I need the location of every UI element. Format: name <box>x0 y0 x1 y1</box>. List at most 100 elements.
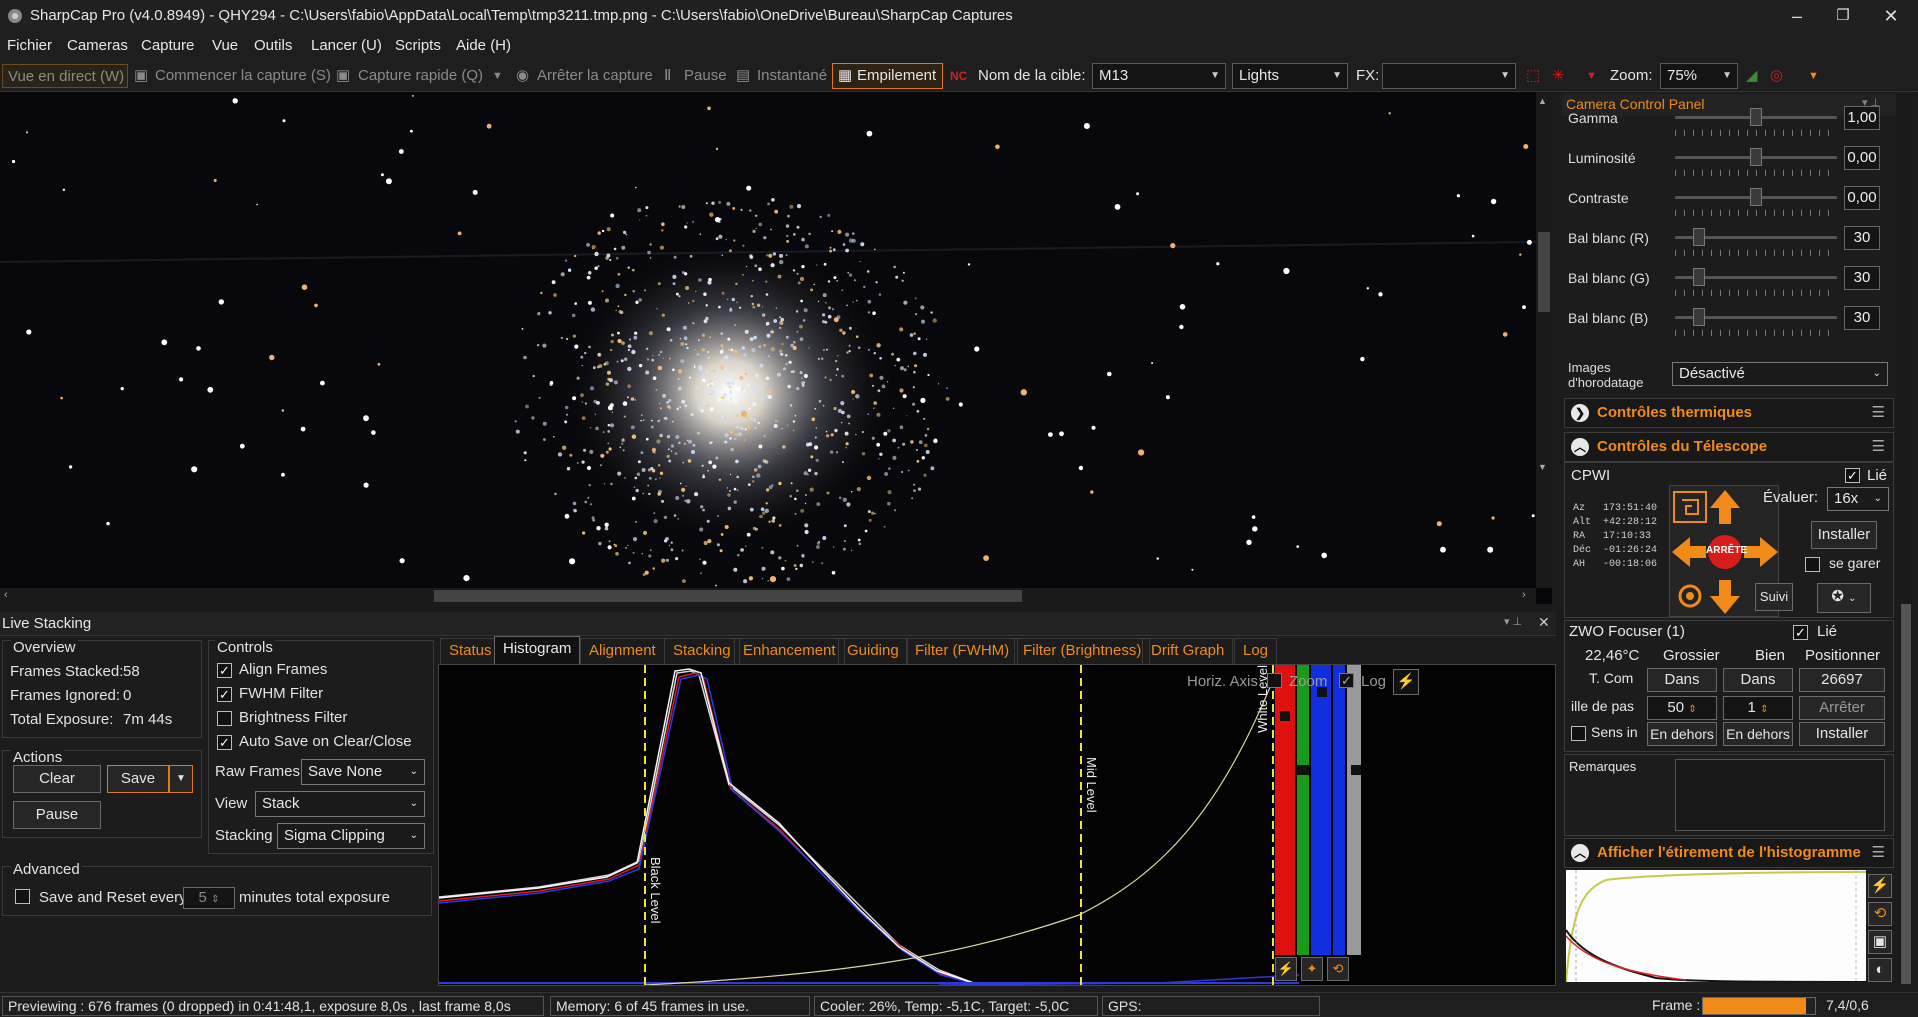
contrast-icon[interactable]: ◐ <box>1868 958 1892 982</box>
tab-log[interactable]: Log <box>1234 638 1278 664</box>
scroll-left-icon[interactable]: ‹ <box>4 589 8 601</box>
clear-button[interactable]: Clear <box>13 765 101 793</box>
close-icon[interactable]: ✕ <box>1874 4 1908 28</box>
slider-value[interactable]: 1,00 <box>1844 106 1880 130</box>
menu-scripts[interactable]: Scripts <box>395 37 441 54</box>
focuser-linked-checkbox[interactable]: ✓ <box>1793 625 1808 640</box>
tab-drift-graph[interactable]: Drift Graph <box>1142 638 1234 664</box>
focuser-stop-button[interactable]: Arrêter <box>1799 696 1885 720</box>
auto-level-icon[interactable]: ⚡ <box>1275 957 1297 981</box>
quick-capture-button[interactable]: Capture rapide (Q) <box>358 64 483 88</box>
reset-levels-icon[interactable]: ⟲ <box>1327 957 1349 981</box>
zoom-select[interactable]: 75% ▼ <box>1660 63 1738 89</box>
tracking-button[interactable]: Suivi <box>1755 583 1793 611</box>
telescope-section-header[interactable]: ︿ Contrôles du Télescope ☰ <box>1564 432 1894 462</box>
pause-button[interactable]: Pause <box>684 64 727 88</box>
pause-stacking-button[interactable]: Pause <box>13 801 101 829</box>
maximize-icon[interactable]: ❐ <box>1826 4 1860 28</box>
menu-aide[interactable]: Aide (H) <box>456 37 511 54</box>
autosave-checkbox[interactable]: ✓ <box>217 735 232 750</box>
position-field[interactable]: 26697 <box>1799 668 1885 692</box>
rate-select[interactable]: 16x ⌄ <box>1827 487 1889 511</box>
start-capture-button[interactable]: Commencer la capture (S) <box>155 64 331 88</box>
frame-type-select[interactable]: Lights ▼ <box>1232 63 1348 89</box>
menu-vue[interactable]: Vue <box>212 37 238 54</box>
scroll-up-icon[interactable]: ▲ <box>1538 96 1550 106</box>
save-reset-minutes-field[interactable]: 5 ⇕ <box>183 887 235 909</box>
slider-thumb[interactable] <box>1693 308 1705 326</box>
log-checkbox[interactable]: ✓ <box>1339 673 1354 688</box>
notes-textarea[interactable] <box>1675 759 1885 831</box>
slider-thumb[interactable] <box>1750 148 1762 166</box>
minimize-icon[interactable]: – <box>1780 4 1814 28</box>
scroll-right-icon[interactable]: › <box>1522 589 1526 601</box>
right-panel-scrollbar[interactable] <box>1898 94 1914 984</box>
stacking-select[interactable]: Sigma Clipping ⌄ <box>277 823 425 849</box>
tab-guiding[interactable]: Guiding <box>838 638 908 664</box>
mount-install-button[interactable]: Installer <box>1811 521 1877 549</box>
home-icon[interactable] <box>1669 491 1705 523</box>
menu-cameras[interactable]: Cameras <box>67 37 128 54</box>
tab-status[interactable]: Status <box>440 638 501 664</box>
target-name-field[interactable]: M13 ▼ <box>1092 63 1226 89</box>
dock-menu-icon[interactable]: ▾ ⊥ <box>1504 615 1522 628</box>
arrow-up-icon[interactable] <box>1709 487 1741 523</box>
spinner-icon[interactable]: ⇕ <box>211 894 219 905</box>
coarse-in-button[interactable]: Dans <box>1647 668 1717 692</box>
arrow-left-icon[interactable] <box>1669 535 1705 567</box>
slider-value[interactable]: 30 <box>1844 226 1880 250</box>
stop-capture-button[interactable]: Arrêter la capture <box>537 64 653 88</box>
spinner-icon[interactable]: ⇕ <box>1760 704 1768 715</box>
stretch-histogram[interactable] <box>1566 870 1866 982</box>
chevron-down-icon[interactable]: ▼ <box>1808 64 1819 88</box>
histogram-view[interactable]: Black Level Mid Level White Level Horiz.… <box>438 664 1556 986</box>
save-stretch-icon[interactable]: ▣ <box>1868 930 1892 954</box>
fx-select[interactable]: ▼ <box>1382 63 1516 89</box>
zoom-checkbox[interactable] <box>1267 673 1282 688</box>
view-select[interactable]: Stack ⌄ <box>255 791 425 817</box>
park-checkbox[interactable] <box>1805 557 1820 572</box>
scroll-thumb[interactable] <box>434 590 1022 602</box>
vertical-scrollbar[interactable]: ▲ ▼ <box>1536 92 1552 588</box>
fine-out-button[interactable]: En dehors <box>1723 722 1793 746</box>
timestamp-select[interactable]: Désactivé ⌄ <box>1672 362 1888 386</box>
tab-histogram[interactable]: Histogram <box>494 636 581 664</box>
slider-thumb[interactable] <box>1693 268 1705 286</box>
chevron-down-icon[interactable]: ▼ <box>492 64 503 88</box>
slider-value[interactable]: 0,00 <box>1844 186 1880 210</box>
scroll-down-icon[interactable]: ▼ <box>1538 462 1550 472</box>
slider-value[interactable]: 30 <box>1844 306 1880 330</box>
menu-outils[interactable]: Outils <box>254 37 292 54</box>
reverse-checkbox[interactable] <box>1571 726 1586 741</box>
slider-thumb[interactable] <box>1750 108 1762 126</box>
fine-in-button[interactable]: Dans <box>1723 668 1793 692</box>
crosshair-icon[interactable]: ✳ <box>1552 64 1565 88</box>
spinner-icon[interactable]: ⇕ <box>1688 704 1696 715</box>
chevron-down-icon[interactable]: ▼ <box>1586 64 1597 88</box>
sync-target-icon[interactable] <box>1671 583 1701 613</box>
stretch-section-header[interactable]: ︿ Afficher l'étirement de l'histogramme … <box>1564 838 1894 868</box>
align-checkbox[interactable]: ✓ <box>217 663 232 678</box>
fwhm-checkbox[interactable]: ✓ <box>217 687 232 702</box>
slider-thumb[interactable] <box>1750 188 1762 206</box>
snapshot-button[interactable]: Instantané <box>757 64 827 88</box>
save-reset-checkbox[interactable] <box>15 889 30 904</box>
arrow-right-icon[interactable] <box>1745 535 1779 567</box>
menu-fichier[interactable]: Fichier <box>7 37 52 54</box>
scroll-thumb[interactable] <box>1538 232 1550 312</box>
focuser-install-button[interactable]: Installer <box>1799 722 1885 746</box>
menu-icon[interactable]: ☰ <box>1872 433 1885 461</box>
raw-frames-select[interactable]: Save None ⌄ <box>301 759 425 785</box>
tab-enhancement[interactable]: Enhancement <box>734 638 845 664</box>
menu-icon[interactable]: ☰ <box>1872 839 1885 867</box>
tab-stacking[interactable]: Stacking <box>664 638 740 664</box>
coarse-step-field[interactable]: 50 ⇕ <box>1647 696 1717 720</box>
horizontal-scrollbar[interactable]: ‹ › <box>0 588 1536 604</box>
tab-filter-fwhm[interactable]: Filter (FWHM) <box>906 638 1019 664</box>
live-view-button[interactable]: Vue en direct (W) <box>2 64 128 88</box>
fine-step-field[interactable]: 1 ⇕ <box>1723 696 1793 720</box>
close-panel-icon[interactable]: ✕ <box>1538 614 1550 631</box>
tab-alignment[interactable]: Alignment <box>580 638 665 664</box>
menu-icon[interactable]: ☰ <box>1872 399 1885 427</box>
reset-stretch-icon[interactable]: ⟲ <box>1868 902 1892 926</box>
